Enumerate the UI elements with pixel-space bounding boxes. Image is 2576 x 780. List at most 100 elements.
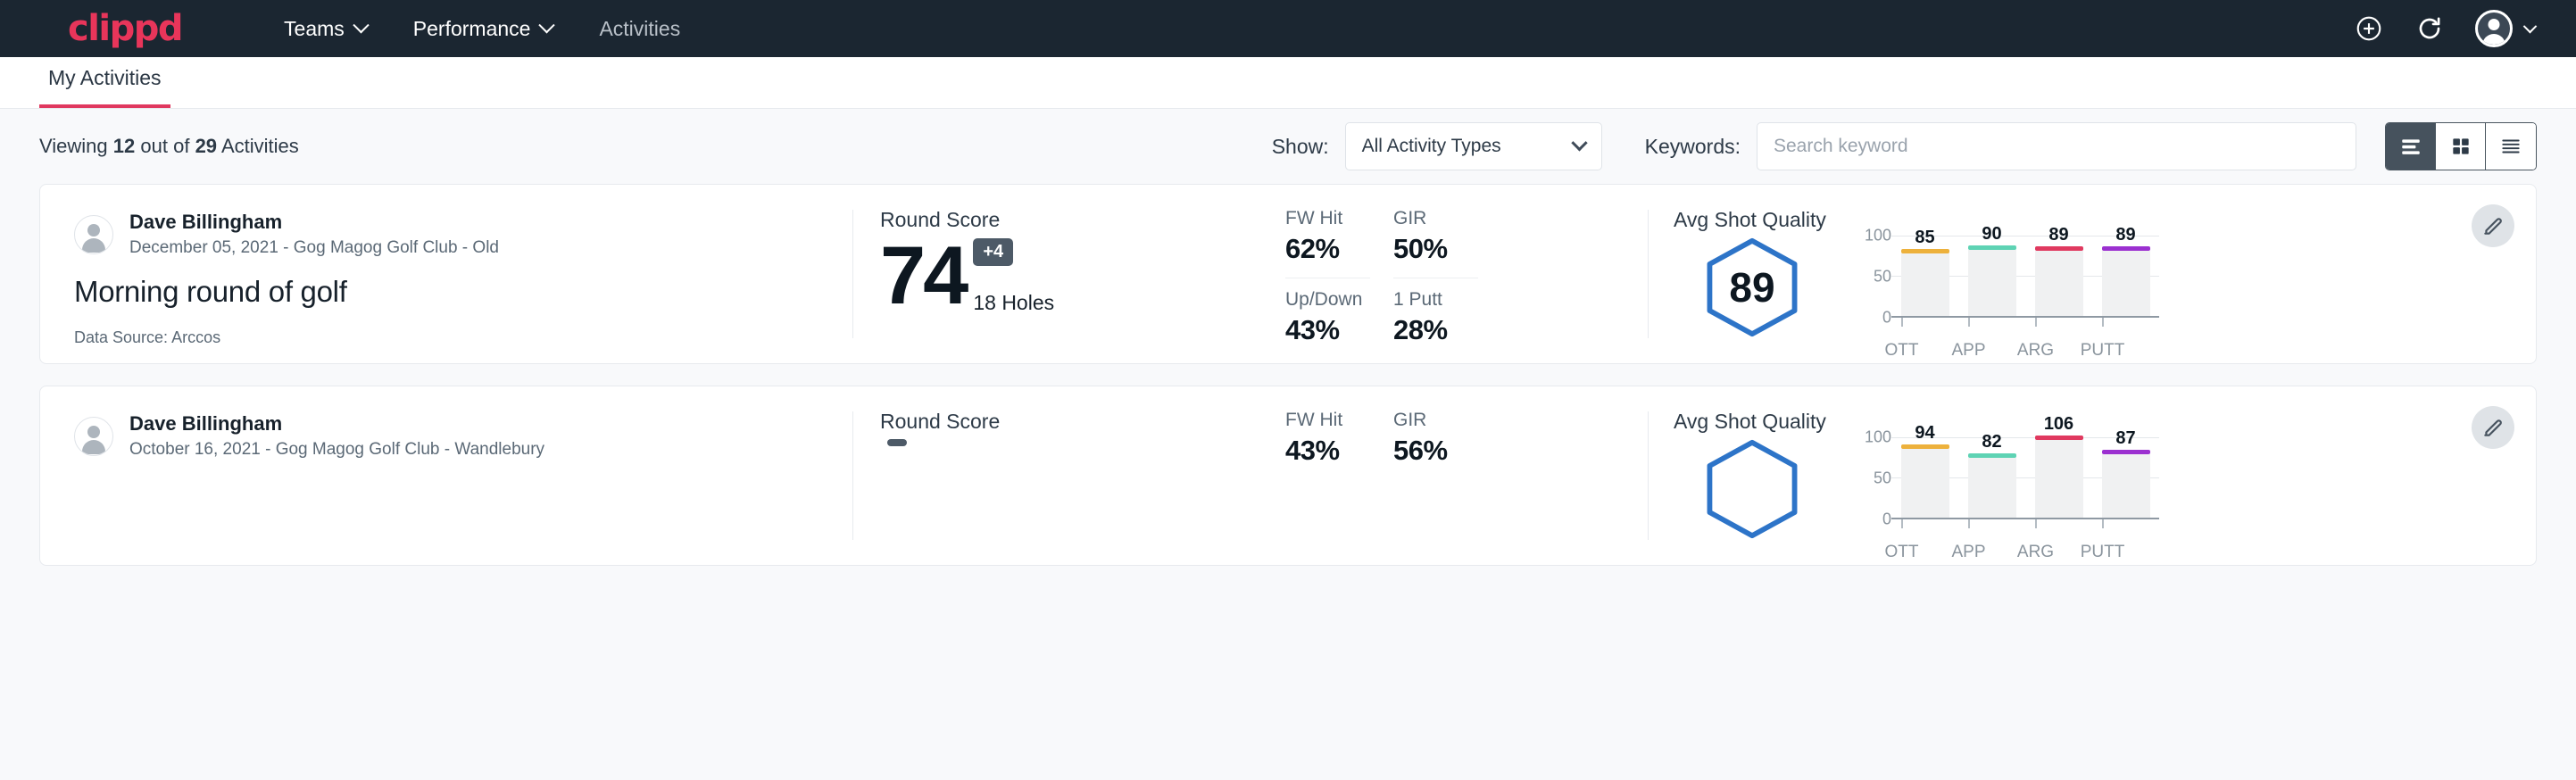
stat-label: FW Hit (1285, 410, 1370, 431)
round-score-section: Round Score 74 +4 18 Holes (853, 185, 1273, 363)
person-name: Dave Billingham (129, 210, 499, 235)
chart-bars: 948210687 (1891, 437, 2159, 518)
y-tick: 50 (1874, 268, 1891, 286)
chart-bar-slot: 85 (1891, 236, 1958, 316)
nav-item-teams-label: Teams (284, 17, 345, 41)
chart-bars: 85908989 (1891, 236, 2159, 316)
stat-gir: GIR 56% (1393, 410, 1478, 474)
x-label: ARG (2002, 543, 2069, 562)
stat-up-down: Up/Down 43% (1285, 278, 1370, 353)
round-score-row (880, 439, 1273, 516)
grid-view-button[interactable] (2436, 123, 2486, 170)
x-label: PUTT (2069, 543, 2136, 562)
activity-title: Morning round of golf (74, 275, 852, 309)
round-score-title: Round Score (880, 410, 1273, 434)
chart-bar-slot: 87 (2092, 437, 2159, 518)
chart-bar-slot: 82 (1958, 437, 2025, 518)
account-avatar-icon (2475, 10, 2513, 47)
nav-item-performance[interactable]: Performance (390, 17, 577, 41)
shot-quality-chart: 100 50 0 85908989 OT (1831, 236, 2159, 361)
chart-x-labels: OTT APP ARG PUTT (1868, 341, 2136, 361)
nav-item-teams[interactable]: Teams (261, 17, 390, 41)
add-circle-icon[interactable] (2354, 13, 2384, 44)
chart-plot-area: 948210687 (1891, 437, 2159, 519)
avg-shot-quality-section: Avg Shot Quality 100 50 0 (1649, 386, 2536, 565)
refresh-icon[interactable] (2414, 13, 2445, 44)
stat-value: 56% (1393, 435, 1478, 467)
avg-shot-quality-title: Avg Shot Quality (1674, 208, 2536, 232)
chevron-down-icon (539, 17, 555, 33)
y-tick: 0 (1882, 309, 1891, 328)
viewing-total: 29 (195, 135, 217, 157)
chart-bar-cap (1901, 249, 1949, 253)
search-input[interactable] (1757, 122, 2356, 170)
person-name: Dave Billingham (129, 411, 544, 436)
activity-type-select[interactable]: All Activity Types (1345, 122, 1602, 170)
quality-hexagon (1674, 437, 1831, 541)
stats-column: GIR 56% (1393, 410, 1478, 565)
keywords-label: Keywords: (1645, 135, 1741, 159)
stat-value: 62% (1285, 233, 1370, 265)
viewing-count: 12 (113, 135, 135, 157)
stats-section: FW Hit 43% GIR 56% (1273, 386, 1648, 565)
stat-label: Up/Down (1285, 289, 1370, 311)
round-score-row: 74 +4 18 Holes (880, 237, 1273, 315)
chart-bar-slot: 106 (2025, 437, 2092, 518)
tab-my-activities[interactable]: My Activities (39, 66, 170, 108)
view-toggle-group (2385, 122, 2537, 170)
viewing-summary: Viewing 12 out of 29 Activities (39, 135, 299, 158)
chart-bar-cap (2102, 450, 2150, 454)
stat-fw-hit: FW Hit 62% (1285, 208, 1370, 272)
stat-label: GIR (1393, 410, 1478, 431)
shot-quality-chart: 100 50 0 948210687 O (1831, 437, 2159, 562)
score-diff-badge: +4 (973, 238, 1013, 266)
filter-bar: Viewing 12 out of 29 Activities Show: Al… (0, 109, 2576, 184)
chart-bar-value: 82 (1982, 432, 2001, 452)
clippd-logo[interactable]: clippd (68, 11, 182, 46)
edit-activity-button[interactable] (2472, 406, 2514, 449)
round-score-title: Round Score (880, 208, 1273, 232)
stat-label: FW Hit (1285, 208, 1370, 229)
chart-bar (1968, 250, 2016, 316)
round-score-value: 74 (880, 237, 966, 315)
activity-card-list: Dave Billingham December 05, 2021 - Gog … (0, 184, 2576, 566)
chart-bar (2102, 454, 2150, 518)
account-menu[interactable] (2475, 10, 2535, 47)
show-label: Show: (1272, 135, 1329, 159)
chart-bar-value: 89 (2048, 225, 2068, 245)
chart-bar (1901, 253, 1949, 316)
activity-type-select-value: All Activity Types (1362, 136, 1501, 157)
activity-card[interactable]: Dave Billingham October 16, 2021 - Gog M… (39, 386, 2537, 566)
chart-bar-slot: 89 (2092, 236, 2159, 316)
edit-activity-button[interactable] (2472, 204, 2514, 247)
chart-bar-cap (1968, 245, 2016, 250)
nav-item-activities[interactable]: Activities (576, 17, 703, 41)
viewing-suffix: Activities (221, 135, 299, 157)
nav-item-activities-label: Activities (599, 17, 680, 41)
stat-fw-hit: FW Hit 43% (1285, 410, 1370, 474)
x-label: APP (1935, 341, 2002, 361)
person-row: Dave Billingham October 16, 2021 - Gog M… (74, 411, 852, 461)
avatar (74, 215, 113, 254)
x-label: ARG (2002, 341, 2069, 361)
person-row: Dave Billingham December 05, 2021 - Gog … (74, 210, 852, 259)
chart-bar-slot: 89 (2025, 236, 2092, 316)
stats-section: FW Hit 62% Up/Down 43% GIR 50% 1 Putt 28… (1273, 185, 1648, 363)
quality-hexagon: 89 (1674, 236, 1831, 339)
list-view-button[interactable] (2386, 123, 2436, 170)
quality-score: 89 (1729, 263, 1774, 311)
y-tick: 100 (1865, 428, 1891, 447)
stat-value: 43% (1285, 435, 1370, 467)
chart-bar (2035, 251, 2083, 316)
top-navigation-bar: clippd Teams Performance Activities (0, 0, 2576, 57)
chart-bar-value: 87 (2115, 428, 2135, 449)
chart-bar-value: 90 (1982, 224, 2001, 245)
y-tick: 0 (1882, 510, 1891, 529)
compact-view-button[interactable] (2486, 123, 2536, 170)
chart-bar (2035, 440, 2083, 518)
activity-card[interactable]: Dave Billingham December 05, 2021 - Gog … (39, 184, 2537, 364)
tab-bar: My Activities (0, 57, 2576, 109)
filter-controls: Show: All Activity Types Keywords: (1272, 122, 2537, 170)
avg-shot-quality-title: Avg Shot Quality (1674, 410, 2536, 434)
chart-bar-value: 94 (1915, 423, 1934, 444)
